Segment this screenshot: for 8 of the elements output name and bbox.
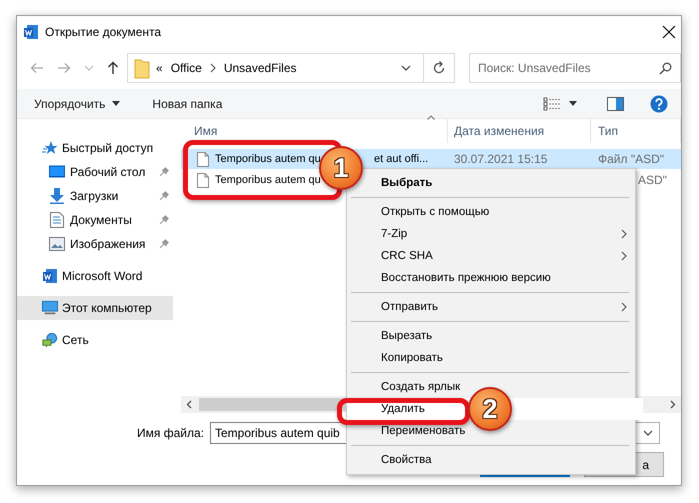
file-name: Temporibus autem qu: [215, 174, 321, 186]
file-type: ASD": [637, 173, 667, 187]
window-title: Открытие документа: [45, 25, 162, 39]
filename-label: Имя файла:: [136, 426, 205, 440]
date-modified: 30.07.2021 15:15: [453, 152, 548, 166]
file-name: Temporibus autem qu: [215, 153, 321, 165]
file-name: et aut offi...: [374, 153, 428, 165]
file-type: Файл "ASD": [597, 152, 664, 166]
